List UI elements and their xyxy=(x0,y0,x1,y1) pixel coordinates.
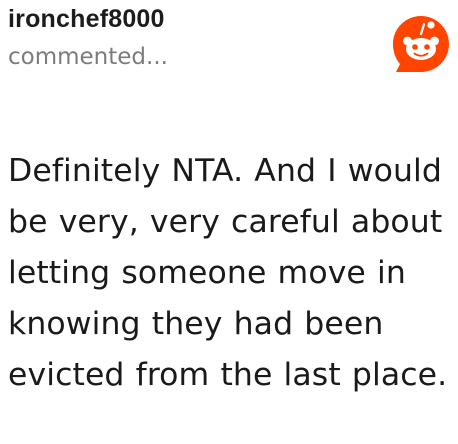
comment-card: ironchef8000 commented... Definitely NTA… xyxy=(0,0,458,444)
comment-header: ironchef8000 commented... xyxy=(8,4,378,72)
comment-body: Definitely NTA. And I would be very, ver… xyxy=(8,153,448,393)
commented-label: commented... xyxy=(8,44,168,70)
username[interactable]: ironchef8000 xyxy=(8,4,378,34)
reddit-logo-icon xyxy=(393,16,449,72)
